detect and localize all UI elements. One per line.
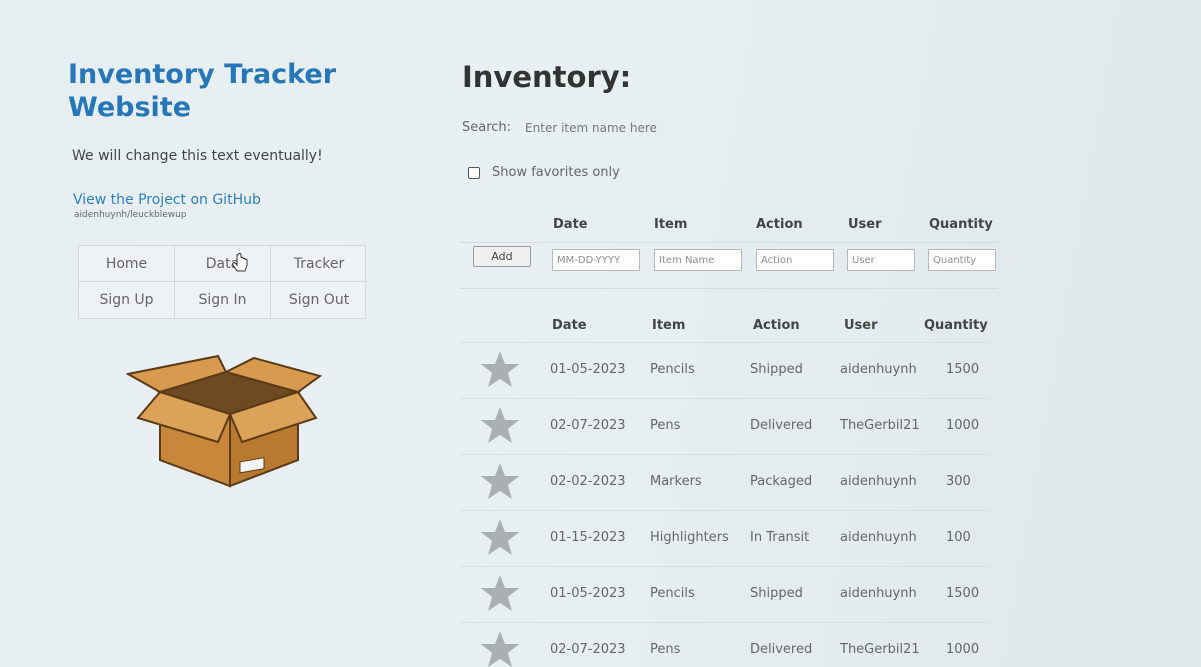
nav-sign-in[interactable]: Sign In: [175, 282, 271, 318]
form-divider-bottom: [460, 288, 998, 289]
nav-sign-out[interactable]: Sign Out: [271, 282, 367, 318]
form-header-action: Action: [756, 217, 803, 232]
cell-item: Pencils: [650, 586, 695, 601]
nav-tracker[interactable]: Tracker: [271, 246, 367, 282]
favorite-star-icon[interactable]: [480, 349, 520, 389]
cell-date: 01-05-2023: [550, 586, 626, 601]
quantity-input[interactable]: [928, 249, 996, 271]
cell-action: Shipped: [750, 586, 803, 601]
favorite-star-icon[interactable]: [480, 405, 520, 445]
cell-action: In Transit: [750, 530, 810, 545]
favorites-filter[interactable]: Show favorites only: [468, 165, 620, 180]
table-row: 01-05-2023 Pencils Shipped aidenhuynh 1500: [460, 566, 990, 622]
action-input[interactable]: [756, 249, 834, 271]
search-row: Search:: [462, 120, 746, 135]
cell-date: 02-02-2023: [550, 474, 626, 489]
cell-user: aidenhuynh: [840, 474, 917, 489]
cell-date: 01-05-2023: [550, 362, 626, 377]
hand-cursor-icon: [232, 253, 248, 272]
cell-item: Highlighters: [650, 530, 729, 545]
favorite-star-icon[interactable]: [480, 461, 520, 501]
cell-user: TheGerbil21: [840, 642, 920, 657]
search-label: Search:: [462, 120, 512, 135]
cell-quantity: 1000: [946, 642, 980, 657]
table-row: 02-07-2023 Pens Delivered TheGerbil21 1000: [460, 622, 990, 667]
cardboard-box-icon: [126, 354, 323, 488]
nav-grid: Home Data Tracker Sign Up Sign In Sign O…: [78, 245, 367, 319]
favorite-star-icon[interactable]: [480, 517, 520, 557]
form-divider-top: [460, 242, 998, 243]
form-header-date: Date: [553, 217, 588, 232]
nav-home[interactable]: Home: [79, 246, 175, 282]
site-title: Inventory Tracker Website: [68, 59, 337, 123]
date-input[interactable]: [552, 249, 640, 271]
form-header-quantity: Quantity: [929, 217, 993, 232]
sidebar: Inventory Tracker Website We will change…: [0, 0, 420, 667]
col-header-date: Date: [552, 318, 587, 333]
form-header-user: User: [848, 217, 882, 232]
add-button[interactable]: Add: [473, 246, 531, 267]
tagline: We will change this text eventually!: [72, 148, 323, 164]
user-input[interactable]: [847, 249, 915, 271]
cell-action: Delivered: [750, 642, 813, 657]
table-row: 02-07-2023 Pens Delivered TheGerbil21 1000: [460, 398, 990, 454]
cell-user: aidenhuynh: [840, 586, 917, 601]
col-header-item: Item: [652, 318, 686, 333]
cell-action: Shipped: [750, 362, 803, 377]
cell-quantity: 1000: [946, 418, 980, 433]
cell-item: Pencils: [650, 362, 695, 377]
page-title: Inventory:: [462, 60, 632, 94]
favorite-star-icon[interactable]: [480, 573, 520, 613]
table-row: 02-02-2023 Markers Packaged aidenhuynh 300: [460, 454, 990, 510]
item-name-input[interactable]: [654, 249, 742, 271]
form-header-item: Item: [654, 217, 688, 232]
cell-quantity: 1500: [946, 586, 980, 601]
nav-data[interactable]: Data: [175, 246, 271, 282]
favorites-label: Show favorites only: [492, 165, 620, 180]
github-link[interactable]: View the Project on GitHub: [73, 192, 261, 208]
cell-action: Delivered: [750, 418, 813, 433]
col-header-action: Action: [753, 318, 800, 333]
favorite-star-icon[interactable]: [480, 629, 520, 667]
table-row: 01-15-2023 Highlighters In Transit aidenhuy…: [460, 510, 990, 566]
cell-action: Packaged: [750, 474, 813, 489]
cell-user: TheGerbil21: [840, 418, 920, 433]
cell-date: 01-15-2023: [550, 530, 626, 545]
col-header-user: User: [844, 318, 878, 333]
cell-date: 02-07-2023: [550, 418, 626, 433]
cell-date: 02-07-2023: [550, 642, 626, 657]
cell-user: aidenhuynh: [840, 362, 917, 377]
search-input[interactable]: [525, 120, 746, 135]
cell-item: Markers: [650, 474, 702, 489]
cell-user: aidenhuynh: [840, 530, 917, 545]
main-content: Inventory: Search: Show favorites only D…: [460, 0, 1201, 667]
favorites-checkbox[interactable]: [468, 166, 480, 179]
cell-quantity: 1500: [946, 362, 980, 377]
cell-quantity: 100: [946, 530, 971, 545]
table-row: 01-05-2023 Pencils Shipped aidenhuynh 1500: [460, 342, 990, 398]
github-repo-text: aidenhuynh/leuckblewup: [74, 210, 187, 220]
nav-sign-up[interactable]: Sign Up: [79, 282, 175, 318]
cell-item: Pens: [650, 642, 681, 657]
col-header-quantity: Quantity: [924, 318, 988, 333]
cell-quantity: 300: [946, 474, 971, 489]
cell-item: Pens: [650, 418, 681, 433]
